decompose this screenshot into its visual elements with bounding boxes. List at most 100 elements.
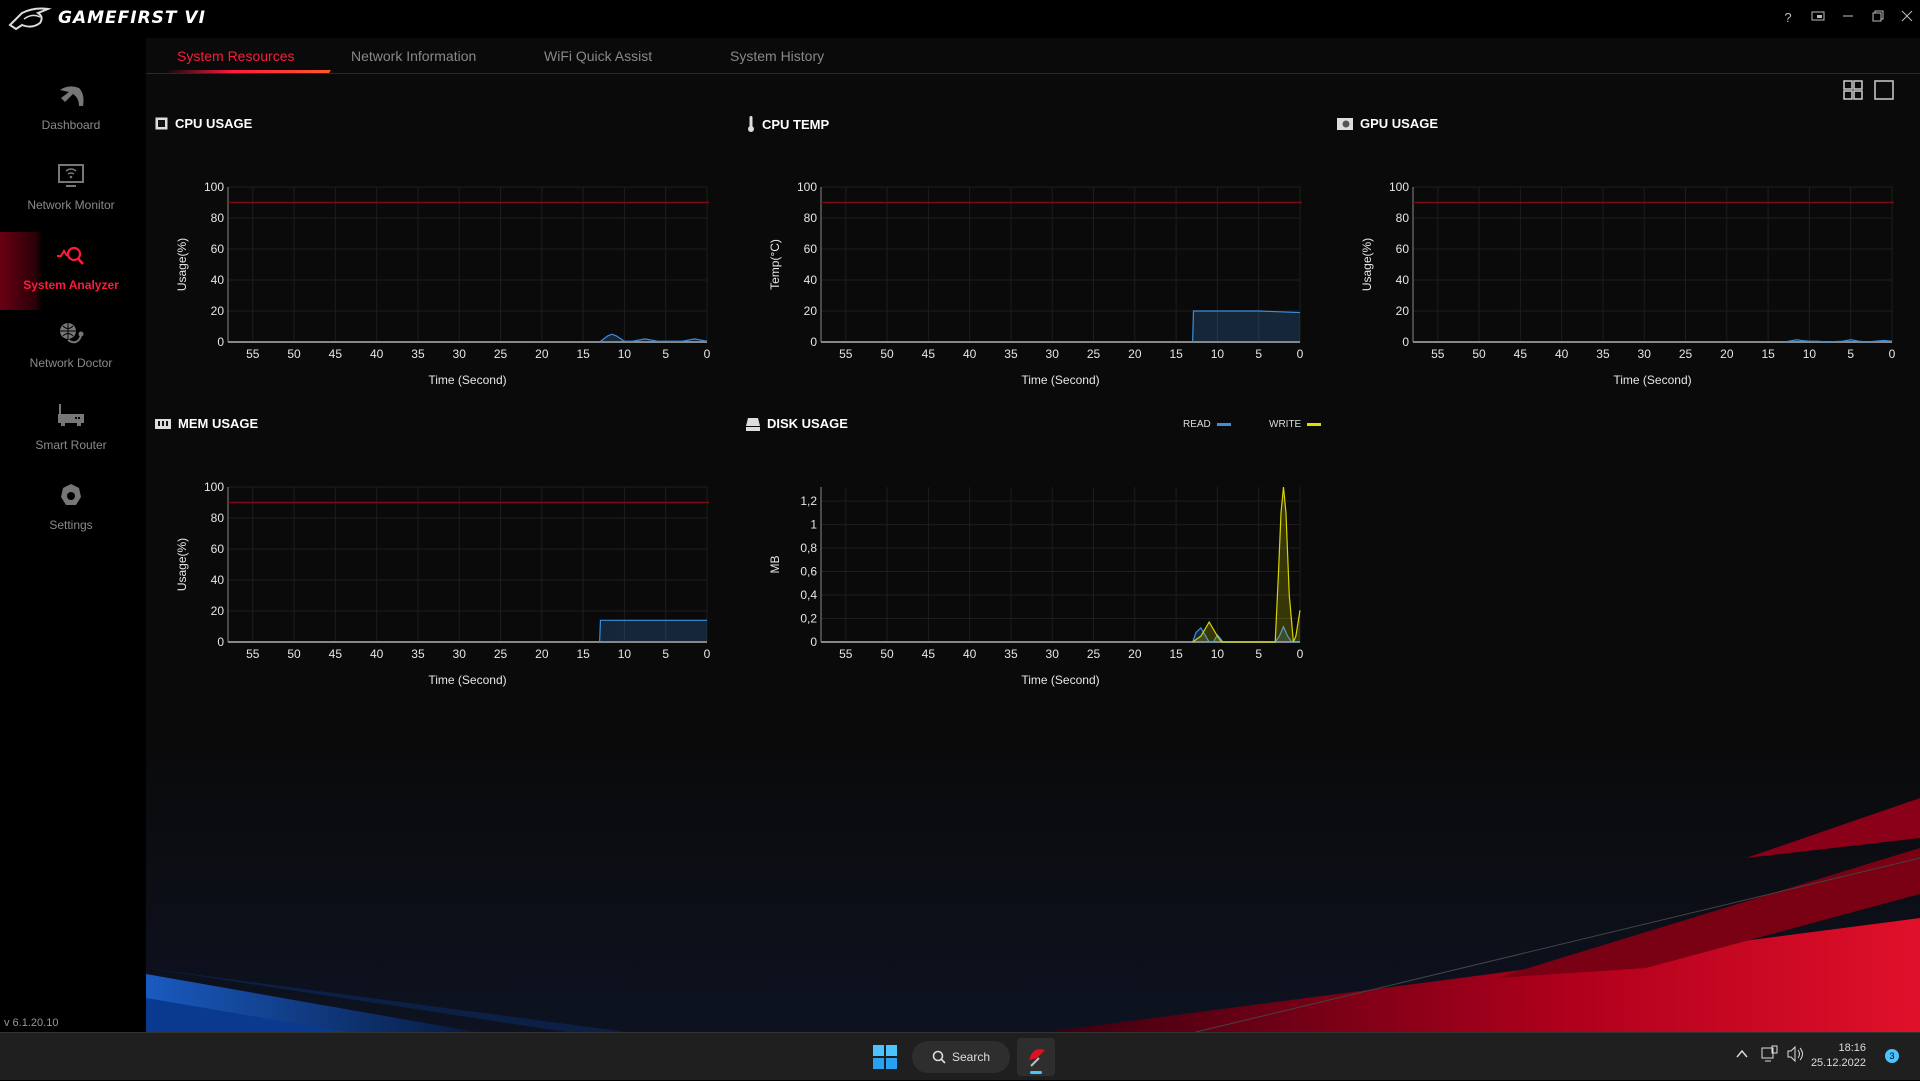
x-tick-label: 10: [1803, 347, 1817, 361]
x-tick-label: 25: [494, 647, 508, 661]
sidebar: Dashboard Network Monitor System Analyze…: [0, 38, 146, 1032]
cpu-temp-title: CPU TEMP: [747, 116, 829, 132]
help-button[interactable]: ?: [1777, 8, 1799, 28]
single-view-icon: [1874, 80, 1894, 100]
series-area-temp: [1193, 311, 1300, 342]
title-bar: GAMEFIRST VI ?: [0, 0, 1920, 38]
y-tick-label: 20: [211, 604, 225, 618]
taskbar-search[interactable]: Search: [912, 1041, 1010, 1073]
y-tick-label: 40: [211, 273, 225, 287]
x-tick-label: 20: [1128, 347, 1142, 361]
clock[interactable]: 18:1625.12.2022: [1810, 1041, 1866, 1071]
grid-view-icon: [1843, 80, 1863, 100]
minimize-button[interactable]: [1837, 8, 1859, 28]
y-tick-label: 80: [211, 511, 225, 525]
x-tick-label: 20: [1720, 347, 1734, 361]
x-tick-label: 5: [662, 347, 669, 361]
x-tick-label: 45: [329, 347, 343, 361]
tab-network-information[interactable]: Network Information: [351, 48, 476, 64]
grid-view-button[interactable]: [1843, 80, 1863, 100]
network-doctor-icon: [55, 318, 87, 350]
sidebar-item-settings[interactable]: Settings: [0, 472, 142, 550]
rog-logo-icon: [8, 5, 54, 31]
x-tick-label: 30: [453, 647, 467, 661]
legend-read-swatch: [1217, 423, 1231, 426]
notification-badge[interactable]: 3: [1885, 1049, 1899, 1063]
close-button[interactable]: [1896, 8, 1918, 28]
x-tick-label: 10: [1211, 647, 1225, 661]
network-tray-icon[interactable]: [1761, 1045, 1779, 1068]
restore-icon: [1872, 10, 1884, 22]
x-tick-label: 15: [1761, 347, 1775, 361]
x-tick-label: 20: [535, 647, 549, 661]
tab-wifi-quick-assist[interactable]: WiFi Quick Assist: [544, 48, 652, 64]
x-tick-label: 35: [1596, 347, 1610, 361]
sidebar-item-network-doctor[interactable]: Network Doctor: [0, 310, 142, 388]
restore-button[interactable]: [1867, 8, 1889, 28]
y-tick-label: 40: [1396, 273, 1410, 287]
series-area-mem: [600, 620, 707, 642]
sidebar-item-network-monitor[interactable]: Network Monitor: [0, 152, 142, 230]
router-icon: [55, 400, 87, 432]
x-tick-label: 15: [1169, 647, 1183, 661]
x-tick-label: 0: [1297, 347, 1304, 361]
cpu-temp-chart: 5550454035302520151050020406080100Time (…: [751, 167, 1311, 407]
x-tick-label: 0: [704, 647, 711, 661]
x-tick-label: 35: [411, 647, 425, 661]
sidebar-item-label: Settings: [49, 518, 92, 532]
mem-usage-chart: 5550454035302520151050020406080100Time (…: [158, 467, 718, 707]
sidebar-item-system-analyzer[interactable]: System Analyzer: [0, 232, 142, 310]
x-tick-label: 40: [963, 347, 977, 361]
tab-system-history[interactable]: System History: [730, 48, 824, 64]
single-view-button[interactable]: [1874, 80, 1894, 100]
taskbar-app-gamefirst[interactable]: [1017, 1038, 1055, 1076]
y-tick-label: 80: [804, 211, 818, 225]
dashboard-icon: [55, 80, 87, 112]
x-tick-label: 35: [1004, 647, 1018, 661]
tab-system-resources[interactable]: System Resources: [177, 48, 294, 64]
x-tick-label: 0: [1297, 647, 1304, 661]
panel-title-text: CPU TEMP: [762, 117, 829, 132]
x-tick-label: 20: [1128, 647, 1142, 661]
legend-write: WRITE: [1269, 419, 1321, 430]
mini-mode-icon: [1811, 10, 1825, 22]
y-axis-label: Usage(%): [1360, 238, 1374, 291]
sidebar-item-dashboard[interactable]: Dashboard: [0, 72, 142, 150]
panel-title-text: MEM USAGE: [178, 416, 258, 431]
y-tick-label: 60: [211, 542, 225, 556]
y-tick-label: 20: [804, 304, 818, 318]
cpu-usage-chart: 5550454035302520151050020406080100Time (…: [158, 167, 718, 407]
sidebar-item-smart-router[interactable]: Smart Router: [0, 392, 142, 470]
app-logo: GAMEFIRST VI: [8, 5, 206, 31]
y-tick-label: 0: [810, 335, 817, 349]
tray-overflow-button[interactable]: [1736, 1047, 1748, 1063]
y-tick-label: 40: [211, 573, 225, 587]
x-tick-label: 5: [1255, 647, 1262, 661]
y-tick-label: 100: [797, 180, 817, 194]
y-axis-label: Usage(%): [175, 238, 189, 291]
volume-tray-icon[interactable]: [1786, 1045, 1804, 1068]
y-tick-label: 0: [1402, 335, 1409, 349]
start-button[interactable]: [873, 1045, 897, 1074]
x-tick-label: 20: [535, 347, 549, 361]
mem-usage-title: MEM USAGE: [155, 416, 258, 431]
cpu-icon: [155, 117, 168, 130]
gpu-icon: [1337, 118, 1353, 130]
x-tick-label: 30: [1638, 347, 1652, 361]
minimize-icon: [1842, 10, 1854, 22]
tab-bar: System Resources Network Information WiF…: [146, 38, 1920, 74]
y-tick-label: 60: [1396, 242, 1410, 256]
gamefirst-app-icon: [1017, 1038, 1055, 1076]
x-tick-label: 50: [287, 347, 301, 361]
x-tick-label: 25: [1679, 347, 1693, 361]
x-tick-label: 55: [839, 347, 853, 361]
y-tick-label: 1,2: [800, 494, 817, 508]
x-tick-label: 35: [1004, 347, 1018, 361]
y-tick-label: 60: [804, 242, 818, 256]
y-tick-label: 0,6: [800, 565, 817, 579]
panel-title-text: GPU USAGE: [1360, 116, 1438, 131]
mini-mode-button[interactable]: [1807, 8, 1829, 28]
network-icon: [1761, 1045, 1779, 1063]
search-label: Search: [952, 1050, 990, 1064]
chevron-up-icon: [1736, 1048, 1748, 1060]
